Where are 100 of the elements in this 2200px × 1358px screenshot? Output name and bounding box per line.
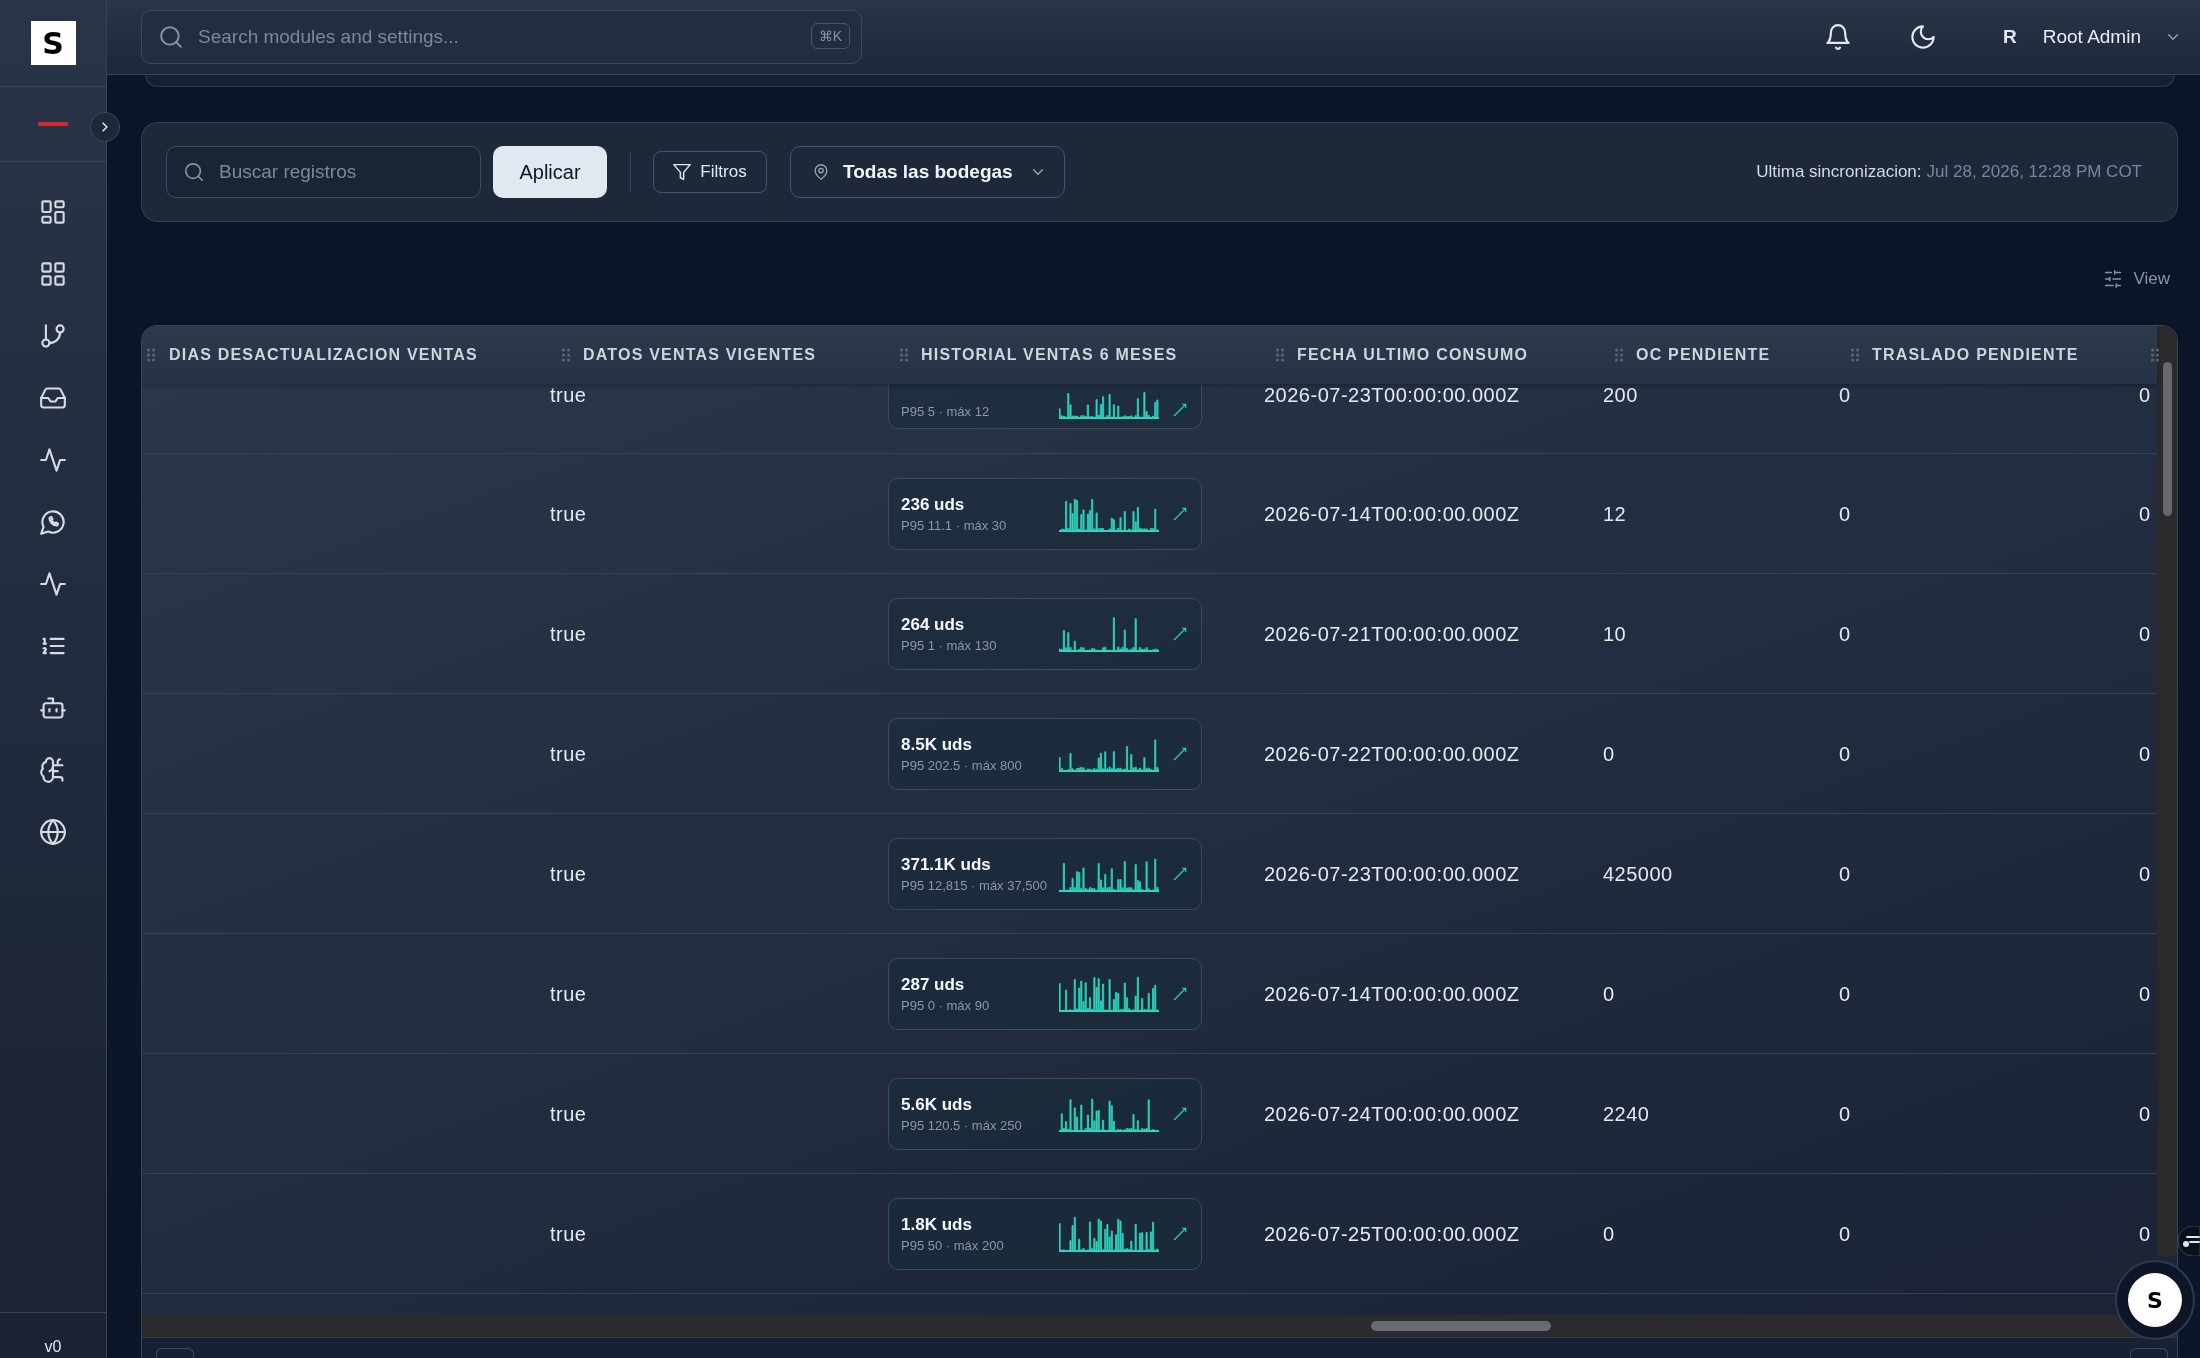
- table-cell: 0: [2139, 1102, 2151, 1125]
- sidebar-toggle-button[interactable]: [90, 112, 120, 142]
- sales-total: 5.6K uds: [901, 1094, 973, 1115]
- table-cell: 2026-07-24T00:00:00.000Z: [1264, 1102, 1520, 1125]
- drag-handle-icon[interactable]: [147, 348, 155, 362]
- user-menu-button[interactable]: Root Admin: [2042, 26, 2181, 48]
- sales-stats: P95 120.5 · máx 250: [901, 1117, 1022, 1133]
- table-cell: 200: [1603, 384, 1638, 406]
- sales-total: 287 uds: [901, 974, 966, 995]
- brand-mark-icon: [38, 122, 68, 126]
- table-cell: true: [550, 742, 587, 765]
- sliders-icon: [2104, 270, 2123, 288]
- sales-total: 371.1K uds: [901, 854, 992, 875]
- table-cell: 0: [2139, 384, 2151, 406]
- sales-stats: P95 1 · máx 130: [901, 637, 997, 653]
- sales-stats: P95 202.5 · máx 800: [901, 757, 1022, 773]
- table-cell: 0: [2139, 622, 2151, 645]
- view-button[interactable]: View: [2104, 269, 2170, 289]
- funnel-icon: [673, 163, 692, 181]
- sales-stats: P95 11.1 · máx 30: [901, 517, 1007, 533]
- sales-stats: P95 12,815 · máx 37,500: [901, 877, 1047, 893]
- table-cell: 0: [1839, 982, 1851, 1005]
- table-cell: 12: [1603, 502, 1627, 525]
- table-cell: 2026-07-25T00:00:00.000Z: [1264, 1222, 1520, 1245]
- table-cell: 0: [2139, 1222, 2151, 1245]
- brain-icon[interactable]: [40, 757, 66, 783]
- table-cell: true: [550, 1102, 587, 1125]
- table-cell: 0: [2139, 742, 2151, 765]
- search-icon: [184, 162, 204, 182]
- branch-icon[interactable]: [40, 323, 66, 349]
- pulse-icon[interactable]: [40, 571, 66, 597]
- table-cell: 0: [1603, 1222, 1615, 1245]
- table-cell: 2026-07-23T00:00:00.000Z: [1264, 862, 1520, 885]
- scrollbar-thumb[interactable]: [1371, 1321, 1551, 1331]
- warehouse-dropdown[interactable]: Todas las bodegas: [790, 146, 1065, 198]
- grid-icon[interactable]: [40, 261, 66, 287]
- drag-handle-icon[interactable]: [1851, 348, 1859, 362]
- bell-icon[interactable]: [1825, 24, 1852, 50]
- drag-handle-icon[interactable]: [1276, 348, 1284, 362]
- column-header[interactable]: FECHA ULTIMO CONSUMO: [1297, 346, 1529, 364]
- drag-handle-icon[interactable]: [900, 348, 908, 362]
- filters-button[interactable]: Filtros: [653, 151, 767, 193]
- column-header[interactable]: HISTORIAL VENTAS 6 MESES: [921, 346, 1178, 364]
- sales-total: 236 uds: [901, 494, 966, 515]
- shortcut-key: ⌘K: [810, 23, 850, 49]
- table-cell: 0: [1839, 502, 1851, 525]
- table-cell: 0: [1839, 1222, 1851, 1245]
- table-cell: 0: [1839, 742, 1851, 765]
- app-logo[interactable]: S: [30, 21, 76, 65]
- dashboard-icon[interactable]: [40, 199, 66, 225]
- table-cell: 2026-07-21T00:00:00.000Z: [1264, 622, 1520, 645]
- table-cell: true: [550, 502, 587, 525]
- column-header[interactable]: OC PENDIENTE: [1636, 346, 1771, 364]
- sales-stats: P95 5 · máx 12: [901, 404, 990, 419]
- search-field[interactable]: Buscar registros: [166, 146, 481, 198]
- scrollbar-thumb[interactable]: [2162, 362, 2172, 516]
- table-cell: 0: [2139, 502, 2151, 525]
- table-cell: 2026-07-22T00:00:00.000Z: [1264, 742, 1520, 765]
- search-icon: [159, 25, 183, 49]
- table-cell: 2026-07-14T00:00:00.000Z: [1264, 502, 1520, 525]
- inbox-icon[interactable]: [40, 385, 66, 411]
- table-cell: true: [550, 862, 587, 885]
- sales-stats: P95 50 · máx 200: [901, 1237, 1004, 1253]
- table-cell: 0: [1839, 384, 1851, 406]
- sales-total: 8.5K uds: [901, 734, 973, 755]
- trend-arrow-icon[interactable]: [1171, 401, 1189, 419]
- drag-handle-icon[interactable]: [1615, 348, 1623, 362]
- table-cell: 0: [1839, 1102, 1851, 1125]
- filter-lines-icon[interactable]: [2178, 1226, 2200, 1256]
- column-header[interactable]: DATOS VENTAS VIGENTES: [583, 346, 817, 364]
- sync-label: Ultima sincronizacion:: [1756, 162, 1922, 182]
- table-cell: 0: [1839, 622, 1851, 645]
- table-cell: 10: [1603, 622, 1627, 645]
- globe-icon[interactable]: [40, 819, 66, 845]
- sync-time: Jul 28, 2026, 12:28 PM COT: [1926, 162, 2142, 182]
- robot-icon[interactable]: [40, 695, 66, 721]
- table-cell: true: [550, 982, 587, 1005]
- table-cell: 0: [1603, 982, 1615, 1005]
- sales-total: 264 uds: [901, 614, 966, 635]
- moon-icon[interactable]: [1910, 24, 1937, 50]
- sales-total: 1.8K uds: [901, 1214, 973, 1235]
- table-cell: 2240: [1603, 1102, 1650, 1125]
- table-cell: 0: [1839, 862, 1851, 885]
- table-cell: 0: [1603, 742, 1615, 765]
- pin-icon: [813, 164, 829, 180]
- version-label: v0: [44, 1338, 62, 1356]
- table-cell: 0: [2139, 982, 2151, 1005]
- apply-button[interactable]: Aplicar: [493, 146, 607, 198]
- avatar-initial: R: [2003, 26, 2017, 48]
- table-cell: 0: [2139, 862, 2151, 885]
- table-cell: 425000: [1603, 862, 1673, 885]
- chat-bubble-icon[interactable]: [40, 509, 66, 535]
- table-cell: true: [550, 384, 587, 406]
- drag-handle-icon[interactable]: [562, 348, 570, 362]
- sales-stats: P95 0 · máx 90: [901, 997, 990, 1013]
- column-header[interactable]: TRASLADO PENDIENTE: [1872, 346, 2079, 364]
- table-cell: true: [550, 1222, 587, 1245]
- table-cell: 2026-07-14T00:00:00.000Z: [1264, 982, 1520, 1005]
- pulse-icon[interactable]: [40, 447, 66, 473]
- column-header[interactable]: DIAS DESACTUALIZACION VENTAS: [169, 346, 478, 364]
